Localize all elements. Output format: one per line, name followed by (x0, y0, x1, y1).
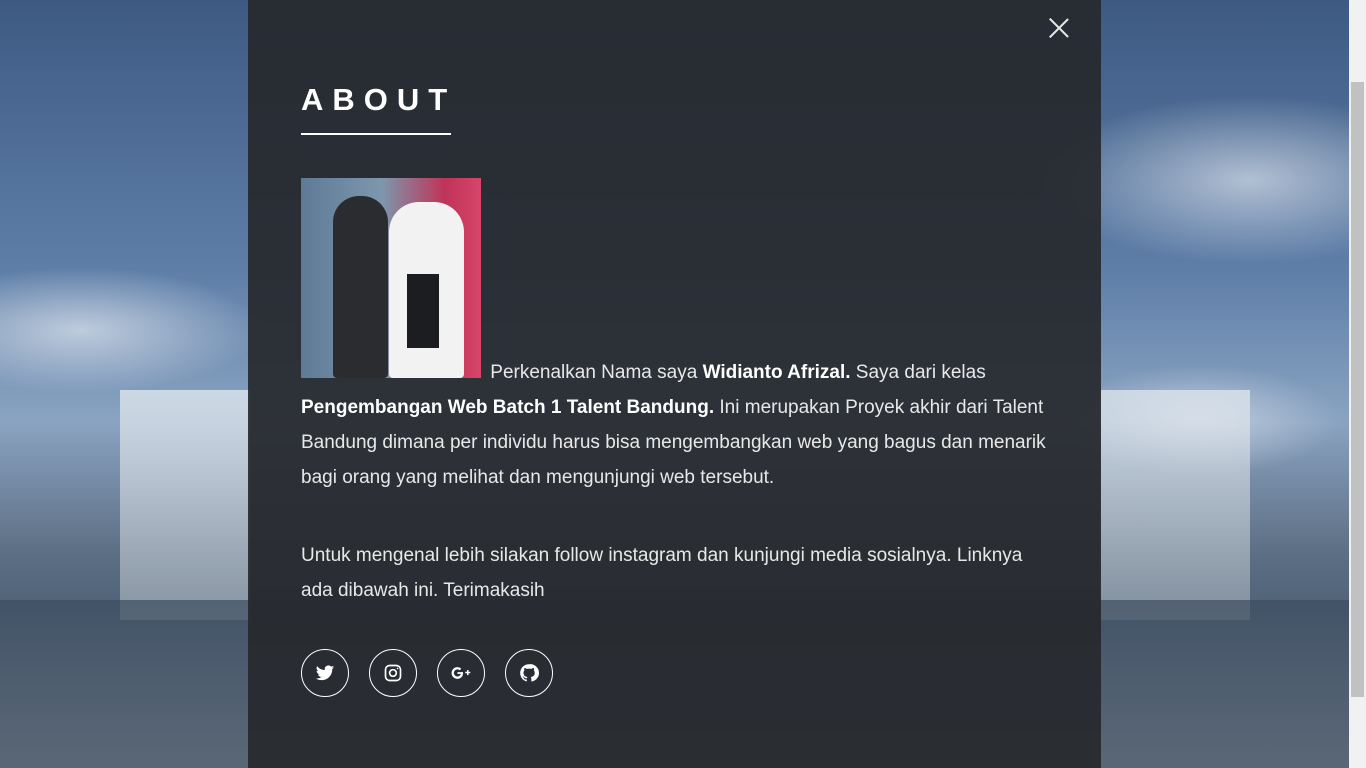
intro-text: Perkenalkan Nama saya (485, 362, 703, 383)
about-paragraph-1: Perkenalkan Nama saya Widianto Afrizal. … (301, 178, 1053, 495)
background-building (120, 390, 250, 620)
title-underline (301, 133, 451, 135)
class-intro-text: Saya dari kelas (850, 362, 986, 383)
github-icon (520, 664, 539, 682)
profile-photo (301, 178, 481, 378)
twitter-icon (315, 665, 335, 681)
scrollbar-thumb[interactable] (1351, 82, 1364, 697)
google-plus-icon (451, 667, 471, 679)
photo-board (407, 274, 439, 348)
author-name: Widianto Afrizal. (702, 362, 851, 383)
twitter-button[interactable] (301, 649, 349, 697)
scrollbar[interactable] (1349, 0, 1366, 768)
section-title: ABOUT (301, 82, 457, 117)
instagram-button[interactable] (369, 649, 417, 697)
class-name: Pengembangan Web Batch 1 Talent Bandung. (301, 397, 715, 418)
instagram-icon (384, 664, 402, 682)
about-content: Perkenalkan Nama saya Widianto Afrizal. … (301, 178, 1053, 608)
github-button[interactable] (505, 649, 553, 697)
photo-person-left (333, 196, 388, 378)
social-links (301, 649, 553, 697)
google-plus-button[interactable] (437, 649, 485, 697)
background-building (1100, 390, 1250, 620)
about-paragraph-2: Untuk mengenal lebih silakan follow inst… (301, 545, 1023, 601)
close-icon[interactable] (1047, 16, 1071, 40)
